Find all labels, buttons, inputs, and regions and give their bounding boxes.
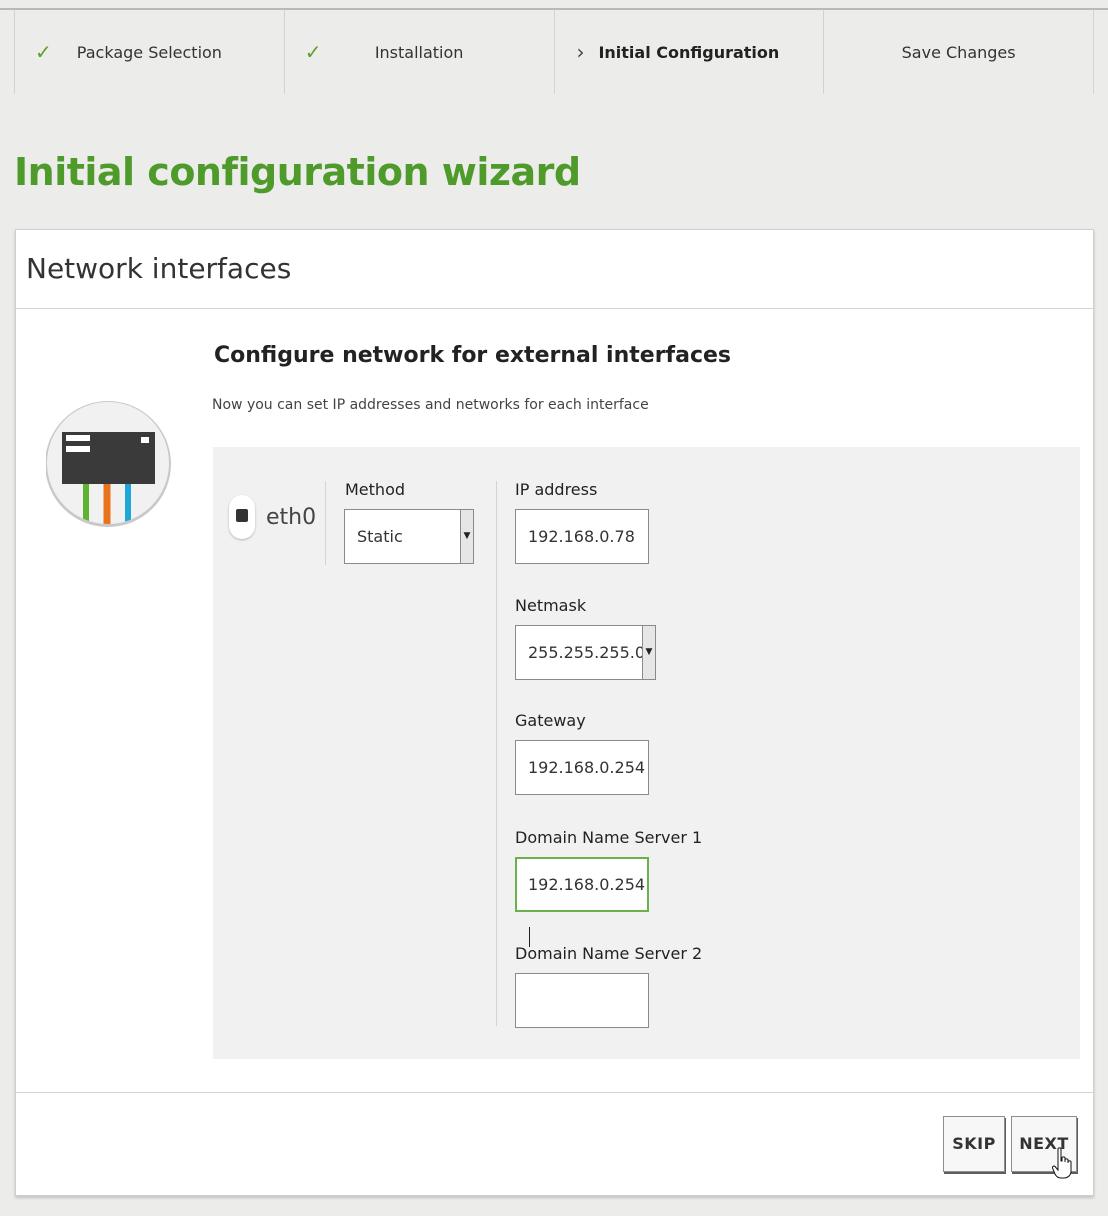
divider bbox=[496, 481, 497, 1026]
step-label: Installation bbox=[374, 43, 464, 62]
interface-eth0: eth0 bbox=[229, 495, 325, 539]
interface-name: eth0 bbox=[266, 505, 317, 530]
hand-cursor-icon bbox=[1052, 1147, 1072, 1179]
step-installation: ✓ Installation bbox=[283, 10, 554, 94]
network-switch-icon bbox=[46, 401, 171, 527]
netmask-label: Netmask bbox=[515, 596, 587, 615]
card-title: Network interfaces bbox=[26, 252, 292, 285]
method-value: Static bbox=[357, 527, 403, 546]
netmask-select[interactable]: 255.255.255.0 ▼ bbox=[515, 625, 656, 680]
section-title: Configure network for external interface… bbox=[214, 343, 732, 368]
gateway-label: Gateway bbox=[515, 711, 586, 730]
step-initial-configuration: › Initial Configuration bbox=[553, 10, 824, 94]
dns2-input[interactable] bbox=[515, 973, 649, 1028]
wizard-steps: ✓ Package Selection ✓ Installation › Ini… bbox=[14, 10, 1094, 94]
ip-address-input[interactable]: 192.168.0.78 bbox=[515, 509, 649, 564]
step-label: Save Changes bbox=[901, 43, 1016, 62]
interface-panel: eth0 Method Static ▼ IP address 192.168.… bbox=[213, 447, 1080, 1059]
method-label: Method bbox=[345, 480, 406, 499]
step-label: Package Selection bbox=[76, 43, 222, 62]
skip-button[interactable]: SKIP bbox=[943, 1116, 1005, 1172]
dns1-label: Domain Name Server 1 bbox=[515, 828, 703, 847]
dns2-label: Domain Name Server 2 bbox=[515, 944, 703, 963]
network-interfaces-card: Network interfaces Configure network for… bbox=[15, 229, 1094, 1196]
page-title: Initial configuration wizard bbox=[14, 150, 581, 194]
section-subtitle: Now you can set IP addresses and network… bbox=[212, 397, 649, 413]
ethernet-port-icon bbox=[229, 495, 255, 539]
dns1-input[interactable]: 192.168.0.254 bbox=[515, 857, 649, 947]
ip-address-label: IP address bbox=[515, 480, 598, 499]
step-label: Initial Configuration bbox=[598, 43, 780, 62]
gateway-input[interactable]: 192.168.0.254 bbox=[515, 740, 649, 795]
divider bbox=[325, 481, 326, 565]
dns1-value: 192.168.0.254 bbox=[528, 875, 646, 894]
card-footer-divider bbox=[16, 1092, 1093, 1093]
method-select[interactable]: Static ▼ bbox=[344, 509, 474, 564]
card-header: Network interfaces bbox=[16, 230, 1093, 309]
netmask-value: 255.255.255.0 bbox=[528, 643, 646, 662]
step-package-selection: ✓ Package Selection bbox=[14, 10, 284, 94]
dropdown-arrow-icon[interactable]: ▼ bbox=[460, 510, 473, 563]
dropdown-arrow-icon[interactable]: ▼ bbox=[642, 626, 655, 679]
step-save-changes: Save Changes bbox=[823, 10, 1094, 94]
